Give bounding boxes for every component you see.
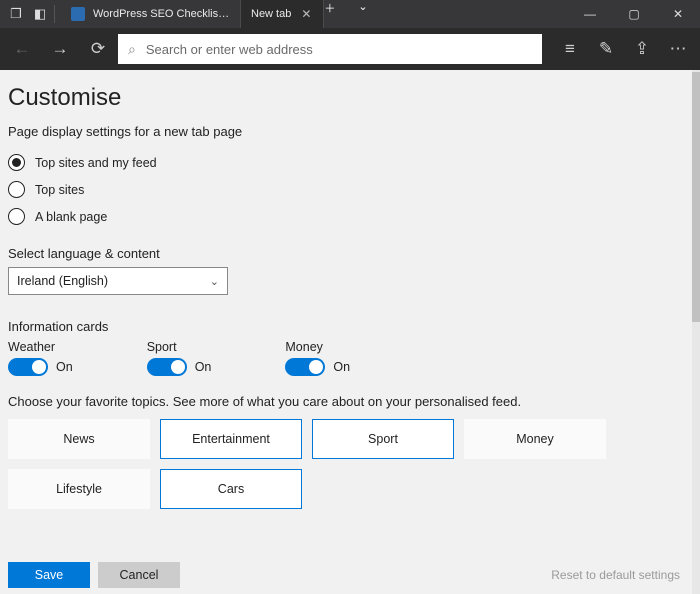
- radio-label: A blank page: [35, 210, 107, 224]
- page-title: Customise: [8, 84, 684, 112]
- topic-tile[interactable]: News: [8, 419, 150, 459]
- address-bar[interactable]: ⌕ Search or enter web address: [118, 34, 542, 64]
- page-footer: Save Cancel Reset to default settings: [8, 562, 680, 588]
- more-icon[interactable]: ⋯: [660, 31, 696, 67]
- radio-option[interactable]: Top sites: [8, 176, 684, 203]
- toggle-name: Money: [285, 340, 350, 354]
- scrollbar[interactable]: [692, 70, 700, 594]
- layers-icon[interactable]: ❐: [4, 2, 28, 26]
- titlebar-system-icons: ❐ ◧: [0, 0, 61, 28]
- refresh-button[interactable]: ⟳: [80, 31, 116, 67]
- browser-toolbar: ← → ⟳ ⌕ Search or enter web address ≡ ✎ …: [0, 28, 700, 70]
- radio-icon: [8, 154, 25, 171]
- chevron-down-icon[interactable]: ⌄: [358, 0, 386, 28]
- topics-description: Choose your favorite topics. See more of…: [8, 394, 684, 409]
- topic-tile[interactable]: Entertainment: [160, 419, 302, 459]
- address-placeholder: Search or enter web address: [146, 42, 313, 57]
- topic-tile[interactable]: Money: [464, 419, 606, 459]
- language-heading: Select language & content: [8, 246, 684, 261]
- scrollbar-thumb[interactable]: [692, 72, 700, 322]
- search-icon: ⌕: [128, 41, 136, 58]
- notes-icon[interactable]: ✎: [588, 31, 624, 67]
- toggle-card: Money On: [285, 340, 350, 376]
- titlebar-divider: [54, 5, 55, 23]
- toggle-state: On: [333, 360, 350, 374]
- language-value: Ireland (English): [17, 274, 108, 288]
- radio-label: Top sites and my feed: [35, 156, 157, 170]
- reset-link[interactable]: Reset to default settings: [551, 568, 680, 582]
- toggle-state: On: [195, 360, 212, 374]
- customise-page: Customise Page display settings for a ne…: [0, 70, 692, 594]
- radio-option[interactable]: Top sites and my feed: [8, 149, 684, 176]
- radio-icon: [8, 208, 25, 225]
- close-tab-icon[interactable]: ✕: [299, 7, 313, 21]
- toggle-state: On: [56, 360, 73, 374]
- topic-tile[interactable]: Sport: [312, 419, 454, 459]
- browser-tab[interactable]: WordPress SEO Checklist - …: [61, 0, 241, 28]
- chevron-down-icon: ⌄: [210, 275, 219, 288]
- save-button[interactable]: Save: [8, 562, 90, 588]
- radio-icon: [8, 181, 25, 198]
- window-titlebar: ❐ ◧ WordPress SEO Checklist - … New tab …: [0, 0, 700, 28]
- browser-tab-active[interactable]: New tab ✕: [241, 0, 324, 28]
- display-settings-heading: Page display settings for a new tab page: [8, 124, 684, 139]
- new-tab-button[interactable]: ＋: [324, 0, 358, 28]
- page-viewport: Customise Page display settings for a ne…: [0, 70, 700, 594]
- toggle-card: Sport On: [147, 340, 212, 376]
- panel-icon[interactable]: ◧: [28, 2, 52, 26]
- tab-label: WordPress SEO Checklist - …: [93, 8, 230, 20]
- toggle-switch[interactable]: [285, 358, 325, 376]
- radio-option[interactable]: A blank page: [8, 203, 684, 230]
- cancel-button[interactable]: Cancel: [98, 562, 180, 588]
- radio-label: Top sites: [35, 183, 84, 197]
- toggle-switch[interactable]: [8, 358, 48, 376]
- toggle-name: Sport: [147, 340, 212, 354]
- toggle-card: Weather On: [8, 340, 73, 376]
- window-maximize-button[interactable]: ▢: [612, 0, 656, 28]
- share-icon[interactable]: ⇪: [624, 31, 660, 67]
- toggle-switch[interactable]: [147, 358, 187, 376]
- reading-view-icon[interactable]: ≡: [552, 31, 588, 67]
- forward-button[interactable]: →: [42, 31, 78, 67]
- favicon-icon: [71, 7, 85, 21]
- back-button[interactable]: ←: [4, 31, 40, 67]
- topic-tile[interactable]: Cars: [160, 469, 302, 509]
- tab-label: New tab: [251, 8, 291, 20]
- window-minimize-button[interactable]: —: [568, 0, 612, 28]
- toggle-name: Weather: [8, 340, 73, 354]
- window-close-button[interactable]: ✕: [656, 0, 700, 28]
- topic-tile[interactable]: Lifestyle: [8, 469, 150, 509]
- language-select[interactable]: Ireland (English) ⌄: [8, 267, 228, 295]
- info-cards-heading: Information cards: [8, 319, 684, 334]
